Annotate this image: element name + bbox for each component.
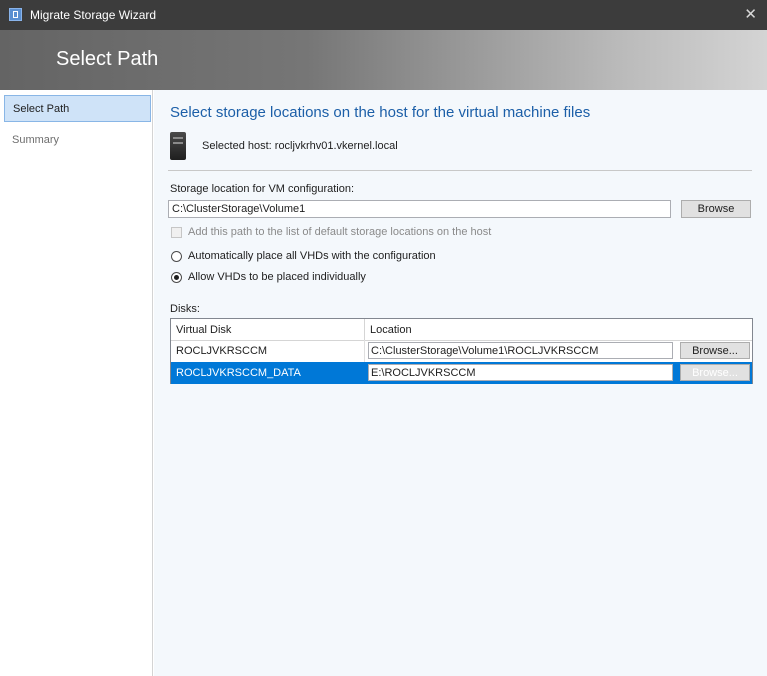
table-header: Virtual Disk Location [171, 319, 752, 341]
disk-browse-button[interactable]: Browse... [680, 364, 750, 381]
disk-location-input[interactable]: E:\ROCLJVKRSCCM [368, 364, 673, 381]
close-icon[interactable]: ✕ [744, 5, 757, 23]
wizard-header: Select Path [0, 30, 767, 90]
section-heading: Select storage locations on the host for… [170, 104, 591, 121]
main-panel: Select storage locations on the host for… [154, 90, 767, 676]
title-bar: Migrate Storage Wizard ✕ [0, 0, 767, 30]
disk-name: ROCLJVKRSCCM [171, 340, 365, 362]
server-icon [170, 132, 186, 160]
table-row[interactable]: ROCLJVKRSCCM C:\ClusterStorage\Volume1\R… [171, 340, 752, 362]
radio-auto-place-label: Automatically place all VHDs with the co… [188, 250, 436, 262]
selected-host-label: Selected host: [202, 140, 272, 152]
radio-auto-place[interactable] [171, 251, 182, 262]
sidebar-item-select-path[interactable]: Select Path [4, 95, 151, 122]
column-header-location[interactable]: Location [366, 319, 752, 340]
window-title: Migrate Storage Wizard [30, 8, 157, 22]
disk-name: ROCLJVKRSCCM_DATA [171, 362, 365, 384]
wizard-sidebar: Select Path Summary [0, 90, 153, 676]
disks-table: Virtual Disk Location ROCLJVKRSCCM C:\Cl… [170, 318, 753, 384]
radio-individual[interactable] [171, 272, 182, 283]
page-title: Select Path [56, 48, 159, 70]
selected-host-name: rocljvkrhv01.vkernel.local [274, 140, 398, 152]
storage-location-label: Storage location for VM configuration: [170, 183, 355, 195]
disk-location-input[interactable]: C:\ClusterStorage\Volume1\ROCLJVKRSCCM [368, 342, 673, 359]
add-path-label: Add this path to the list of default sto… [188, 226, 492, 238]
sidebar-item-summary[interactable]: Summary [4, 127, 151, 154]
divider [168, 170, 752, 171]
disk-browse-button[interactable]: Browse... [680, 342, 750, 359]
app-icon [9, 8, 22, 21]
storage-location-input[interactable]: C:\ClusterStorage\Volume1 [168, 200, 671, 218]
table-row-selected[interactable]: ROCLJVKRSCCM_DATA E:\ROCLJVKRSCCM Browse… [171, 362, 752, 384]
radio-individual-label: Allow VHDs to be placed individually [188, 271, 366, 283]
browse-button[interactable]: Browse [681, 200, 751, 218]
column-header-virtual-disk[interactable]: Virtual Disk [171, 319, 365, 340]
add-path-checkbox[interactable] [171, 227, 182, 238]
disks-label: Disks: [170, 303, 200, 315]
selected-host: Selected host: rocljvkrhv01.vkernel.loca… [202, 140, 398, 152]
